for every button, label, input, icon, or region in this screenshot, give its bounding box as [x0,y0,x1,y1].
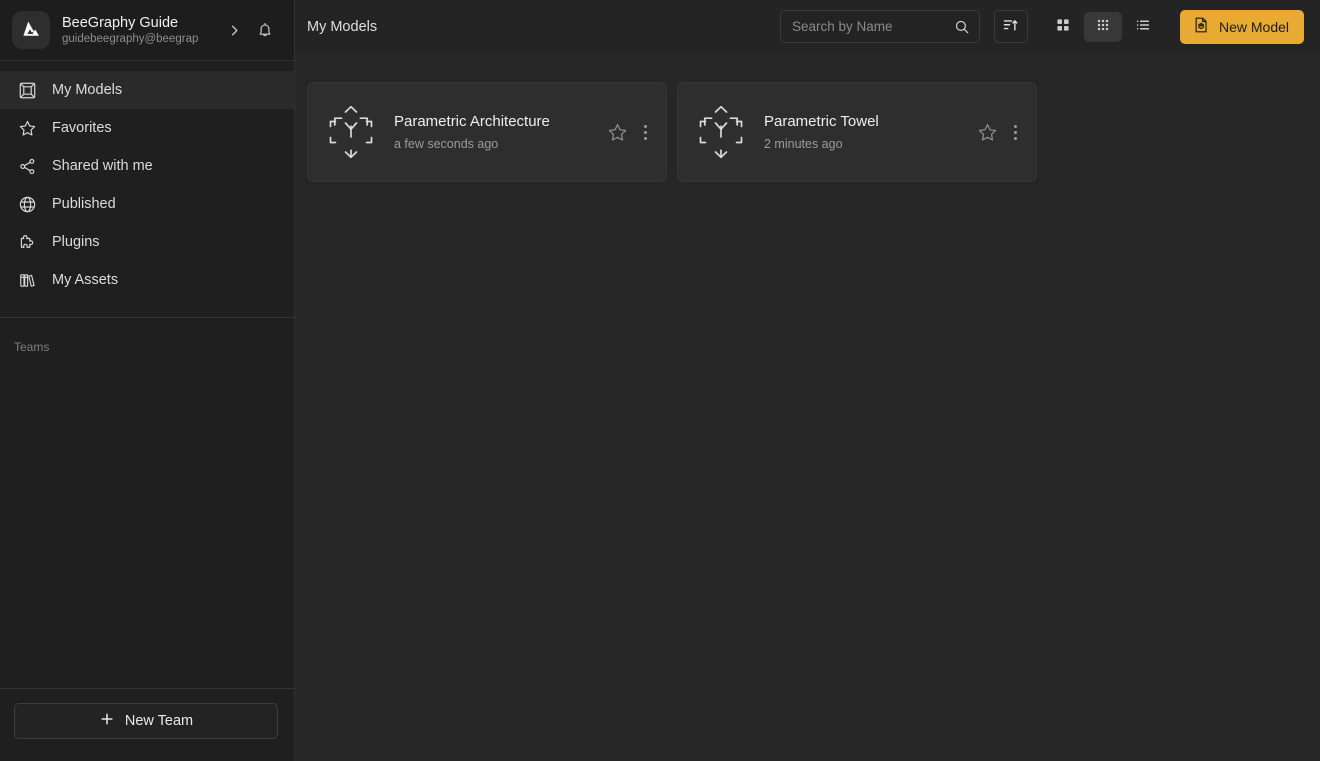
teams-section-label: Teams [0,318,294,354]
model-card-timestamp: a few seconds ago [394,135,602,153]
sidebar-item-label: Shared with me [52,158,153,174]
sidebar-item-shared-with-me[interactable]: Shared with me [0,147,294,185]
sort-ascending-icon [1002,17,1019,37]
search-icon[interactable] [954,19,970,35]
books-icon [16,269,38,291]
model-card[interactable]: Parametric Towel 2 minutes ago [677,82,1037,182]
sidebar-item-label: Plugins [52,234,100,250]
models-content: Parametric Architecture a few seconds ag… [295,53,1320,761]
sort-button[interactable] [994,10,1028,43]
model-card-title: Parametric Architecture [394,112,602,132]
new-model-button[interactable]: New Model [1180,10,1304,44]
grid-3x3-icon [1095,17,1111,36]
topbar: My Models [295,0,1320,53]
share-nodes-icon [16,155,38,177]
view-mode-group [1044,12,1162,42]
beegraphy-logo-icon [12,11,50,49]
account-block: BeeGraphy Guide guidebeegraphy@beegrap [62,14,222,47]
star-outline-icon[interactable] [602,117,632,147]
sidebar-item-label: My Assets [52,272,118,288]
model-placeholder-icon [692,99,750,165]
sidebar-item-published[interactable]: Published [0,185,294,223]
account-header[interactable]: BeeGraphy Guide guidebeegraphy@beegrap [0,0,294,61]
account-email: guidebeegraphy@beegrap [62,32,222,47]
page-title: My Models [307,19,377,35]
sidebar: BeeGraphy Guide guidebeegraphy@beegrap [0,0,295,761]
kebab-menu-icon[interactable] [632,117,658,147]
grid-2x2-icon [1055,17,1071,36]
globe-icon [16,193,38,215]
sidebar-nav: My Models Favorites Shared with me [0,61,294,299]
search-input[interactable] [792,19,954,34]
list-view-icon [1135,17,1151,36]
account-name: BeeGraphy Guide [62,14,222,32]
chevron-right-icon[interactable] [224,23,244,38]
notification-bell-icon[interactable] [250,20,280,40]
model-card-grid: Parametric Architecture a few seconds ag… [307,82,1320,182]
model-card-title: Parametric Towel [764,112,972,132]
model-card[interactable]: Parametric Architecture a few seconds ag… [307,82,667,182]
cube-outline-icon [16,79,38,101]
kebab-menu-icon[interactable] [1002,117,1028,147]
sidebar-item-label: My Models [52,82,122,98]
new-team-label: New Team [125,713,193,729]
star-icon [16,117,38,139]
view-grid-small-button[interactable] [1084,12,1122,42]
puzzle-piece-icon [16,231,38,253]
model-card-info: Parametric Architecture a few seconds ag… [394,112,602,153]
search-field[interactable] [780,10,980,43]
sidebar-item-favorites[interactable]: Favorites [0,109,294,147]
main-area: My Models [295,0,1320,761]
sidebar-spacer [0,354,294,688]
view-grid-large-button[interactable] [1044,12,1082,42]
sidebar-item-my-assets[interactable]: My Assets [0,261,294,299]
new-model-label: New Model [1219,19,1289,35]
file-cube-icon [1192,16,1210,37]
sidebar-footer: New Team [0,688,294,761]
sidebar-item-my-models[interactable]: My Models [0,71,294,109]
view-list-button[interactable] [1124,12,1162,42]
sidebar-item-label: Favorites [52,120,112,136]
model-card-timestamp: 2 minutes ago [764,135,972,153]
plus-icon [99,711,115,731]
new-team-button[interactable]: New Team [14,703,278,739]
model-card-info: Parametric Towel 2 minutes ago [764,112,972,153]
sidebar-item-label: Published [52,196,116,212]
model-placeholder-icon [322,99,380,165]
star-outline-icon[interactable] [972,117,1002,147]
sidebar-item-plugins[interactable]: Plugins [0,223,294,261]
